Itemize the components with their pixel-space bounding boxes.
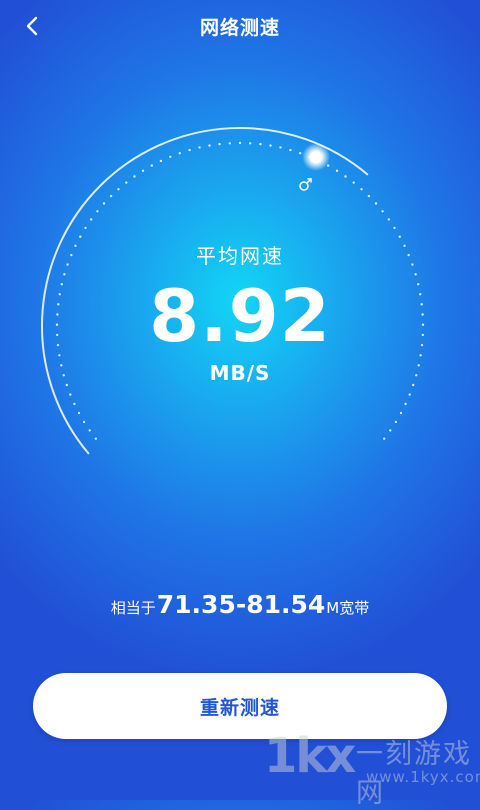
equivalent-prefix: 相当于: [110, 599, 156, 617]
bandwidth-equivalent: 相当于 71.35-81.54 M宽带: [0, 590, 480, 619]
gauge-tick-dot: [393, 226, 396, 230]
gauge-tick-dot: [159, 159, 163, 163]
gauge-tick-dot: [383, 437, 386, 440]
gauge-tick-dot: [289, 148, 292, 152]
gauge-tick-dot: [389, 429, 392, 432]
gauge-tick-dot: [109, 194, 113, 198]
gauge-tick-dot: [394, 420, 398, 424]
gauge-tick-dot: [218, 142, 221, 146]
average-speed-label: 平均网速: [196, 244, 284, 268]
speed-value: 8.92: [149, 274, 331, 358]
gauge-tick-dot: [117, 188, 120, 191]
gauge-tick-dot: [299, 152, 302, 155]
gauge-tick-dot: [208, 144, 211, 147]
gauge-tick-dot: [102, 202, 106, 205]
speed-unit: MB/S: [209, 361, 271, 385]
gauge-tick-dot: [73, 402, 76, 406]
gauge-tick-dot: [94, 437, 98, 440]
gauge-tick-dot: [381, 210, 384, 213]
gauge-tick-dot: [249, 142, 252, 145]
gauge-tick-dot: [228, 142, 231, 145]
gauge-tick-dot: [69, 393, 72, 396]
watermark: 1kx 一刻游戏网 www.1kyx.com: [258, 726, 480, 809]
gauge-tick-dot: [352, 181, 355, 184]
gauge-tick-dot: [82, 420, 86, 424]
gauge-tick-dot: [125, 181, 128, 184]
gauge-tick-dot: [335, 169, 339, 172]
gauge-tick-dot: [133, 175, 136, 178]
gauge-tick-dot: [169, 155, 172, 158]
gauge-tick-dot: [96, 210, 99, 213]
gauge-tick-dot: [90, 218, 93, 221]
gauge-tick-dot: [367, 194, 371, 198]
gauge-tick-dot: [188, 148, 191, 152]
male-symbol-icon: [299, 178, 312, 191]
gauge-tick-dot: [238, 141, 242, 145]
gauge-tick-dot: [387, 218, 390, 221]
gauge-tick-dot: [360, 188, 363, 191]
gauge-tick-dot: [279, 146, 282, 149]
equivalent-suffix: M宽带: [326, 599, 370, 617]
gauge-tick-dot: [88, 429, 91, 432]
gauge-tick-dot: [79, 235, 82, 238]
gauge-tick-dot: [408, 393, 411, 396]
gauge-tick-dot: [398, 235, 401, 238]
gauge-tick-dot: [198, 146, 201, 149]
watermark-url: www.1kyx.com: [366, 768, 480, 786]
watermark-logo: 1kx: [264, 728, 356, 784]
bandwidth-range: 71.35-81.54: [156, 590, 326, 619]
gauge-tick-dot: [399, 411, 403, 415]
gauge-tick-dot: [77, 411, 81, 415]
gauge-tick-dot: [269, 144, 272, 147]
gauge-tick-dot: [141, 169, 145, 172]
indicator-knob-icon: [302, 143, 330, 171]
gauge-tick-dot: [374, 202, 378, 205]
gauge-tick-dot: [150, 164, 153, 167]
gauge-tick-dot: [84, 226, 87, 230]
gauge-tick-dot: [178, 152, 181, 155]
gauge-tick-dot: [404, 402, 407, 406]
gauge-tick-dot: [259, 142, 262, 146]
gauge-tick-dot: [344, 175, 347, 178]
